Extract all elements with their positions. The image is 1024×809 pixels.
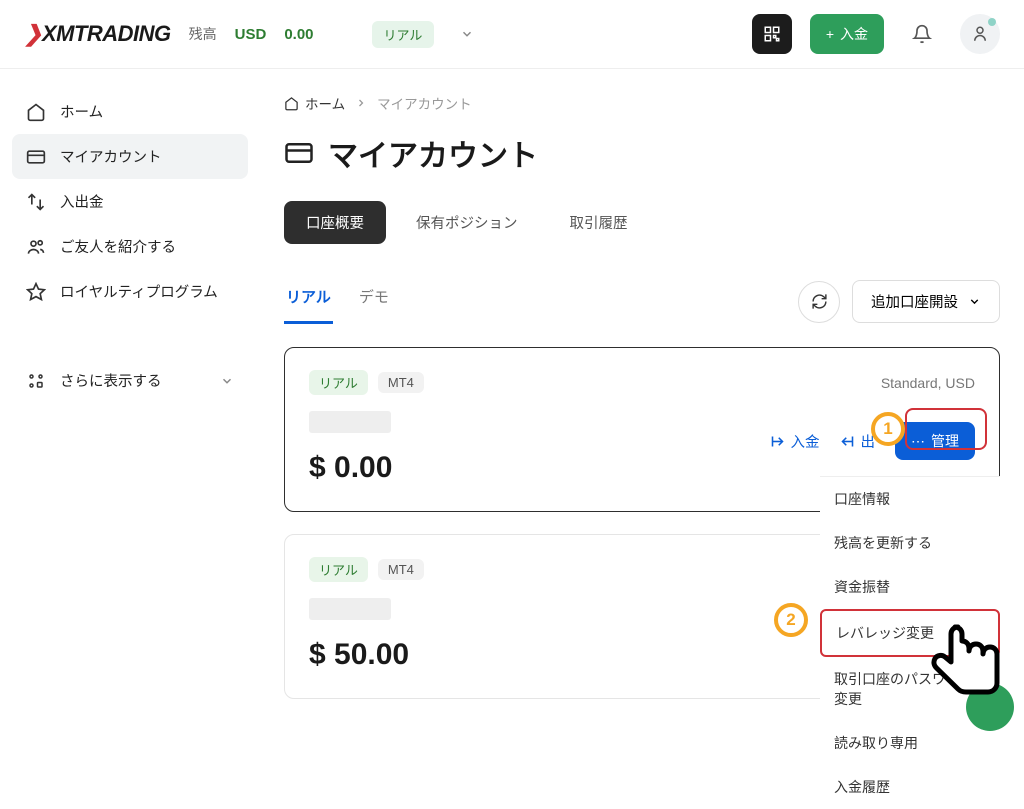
chevron-right-icon bbox=[355, 97, 367, 109]
fab-partial bbox=[966, 683, 1014, 731]
sidebar-item-label: マイアカウント bbox=[60, 146, 162, 167]
sidebar-item-my-account[interactable]: マイアカウント bbox=[12, 134, 248, 179]
manage-button[interactable]: ⋯ 管理 bbox=[895, 422, 975, 460]
subtab-real[interactable]: リアル bbox=[284, 278, 333, 324]
people-icon bbox=[26, 237, 46, 257]
sidebar-item-label: ホーム bbox=[60, 101, 103, 122]
breadcrumb-current: マイアカウント bbox=[377, 93, 472, 113]
tab-positions[interactable]: 保有ポジション bbox=[394, 201, 540, 244]
balance-value: 0.00 bbox=[284, 26, 313, 43]
sidebar: ホーム マイアカウント 入出金 ご友人を紹介する ロイヤルティプログラム bbox=[0, 69, 260, 721]
sidebar-item-label: 入出金 bbox=[60, 191, 104, 212]
profile-button[interactable] bbox=[960, 14, 1000, 54]
sidebar-item-label: さらに表示する bbox=[60, 370, 162, 391]
sidebar-item-home[interactable]: ホーム bbox=[12, 89, 248, 134]
chip-platform: MT4 bbox=[378, 559, 424, 580]
star-icon bbox=[26, 282, 46, 302]
card-icon bbox=[284, 138, 314, 168]
header: ❯XMTRADING 残高 USD 0.00 リアル + 入金 bbox=[0, 0, 1024, 69]
grid-icon bbox=[26, 371, 46, 391]
logo[interactable]: ❯XMTRADING bbox=[24, 21, 171, 47]
dropdown-item-leverage-change[interactable]: レバレッジ変更 bbox=[820, 609, 1000, 657]
dropdown-item-update-balance[interactable]: 残高を更新する bbox=[820, 521, 1000, 565]
transfer-icon bbox=[26, 192, 46, 212]
breadcrumb: ホーム マイアカウント bbox=[284, 93, 1000, 113]
subtab-demo[interactable]: デモ bbox=[357, 278, 391, 324]
sidebar-item-loyalty[interactable]: ロイヤルティプログラム bbox=[12, 269, 248, 314]
mode-dropdown-icon[interactable] bbox=[460, 27, 474, 41]
manage-dropdown: 口座情報 残高を更新する 資金振替 2 レバレッジ変更 取引口座のパスワード変更… bbox=[820, 476, 1000, 809]
withdraw-link[interactable]: 出 bbox=[840, 431, 876, 452]
refresh-button[interactable] bbox=[798, 281, 840, 323]
home-icon bbox=[26, 102, 46, 122]
breadcrumb-home[interactable]: ホーム bbox=[284, 93, 345, 113]
tab-history[interactable]: 取引履歴 bbox=[548, 201, 650, 244]
sidebar-item-label: ご友人を紹介する bbox=[60, 236, 176, 257]
page-title: マイアカウント bbox=[284, 131, 1000, 175]
sidebar-item-more[interactable]: さらに表示する bbox=[12, 358, 248, 403]
primary-tabs: 口座概要 保有ポジション 取引履歴 bbox=[284, 201, 1000, 244]
notifications-button[interactable] bbox=[902, 14, 942, 54]
annotation-badge-1: 1 bbox=[871, 412, 905, 446]
annotation-badge-2: 2 bbox=[774, 603, 808, 637]
sidebar-item-label: ロイヤルティプログラム bbox=[60, 281, 218, 302]
sidebar-item-transfer[interactable]: 入出金 bbox=[12, 179, 248, 224]
account-type: Standard, USD bbox=[881, 375, 975, 391]
deposit-link[interactable]: 入金 bbox=[770, 431, 820, 452]
add-account-button[interactable]: 追加口座開設 bbox=[852, 280, 1000, 323]
account-id-placeholder bbox=[309, 411, 391, 433]
chevron-down-icon bbox=[220, 374, 234, 388]
tab-overview[interactable]: 口座概要 bbox=[284, 201, 386, 244]
dropdown-item-fund-transfer[interactable]: 資金振替 bbox=[820, 565, 1000, 609]
qr-button[interactable] bbox=[752, 14, 792, 54]
balance-label: 残高 bbox=[189, 24, 217, 44]
plus-icon: + bbox=[826, 26, 834, 42]
mode-badge[interactable]: リアル bbox=[372, 21, 435, 48]
chip-real: リアル bbox=[309, 370, 368, 395]
card-icon bbox=[26, 147, 46, 167]
status-dot-icon bbox=[988, 18, 996, 26]
sub-tabs: リアル デモ bbox=[284, 278, 391, 325]
chevron-down-icon bbox=[968, 295, 981, 308]
account-id-placeholder bbox=[309, 598, 391, 620]
dropdown-item-readonly[interactable]: 読み取り専用 bbox=[820, 721, 1000, 765]
chip-platform: MT4 bbox=[378, 372, 424, 393]
dropdown-item-deposit-history[interactable]: 入金履歴 bbox=[820, 765, 1000, 809]
chip-real: リアル bbox=[309, 557, 368, 582]
sidebar-item-refer[interactable]: ご友人を紹介する bbox=[12, 224, 248, 269]
dropdown-item-account-info[interactable]: 口座情報 bbox=[820, 477, 1000, 521]
deposit-button[interactable]: + 入金 bbox=[810, 14, 884, 54]
balance-currency: USD bbox=[235, 26, 267, 43]
dots-icon: ⋯ bbox=[911, 433, 925, 450]
